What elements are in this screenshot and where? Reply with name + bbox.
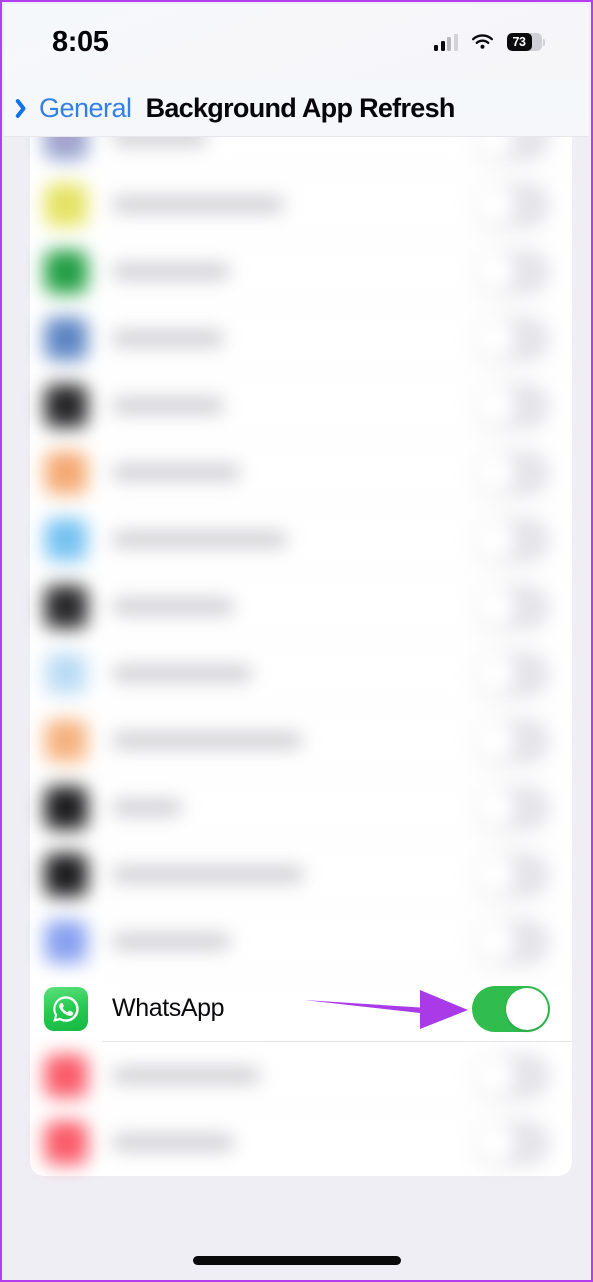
navigation-bar: General Background App Refresh [4,80,589,137]
whatsapp-toggle[interactable] [472,985,550,1032]
home-indicator [192,1256,401,1265]
toggle-knob [474,384,516,427]
app-refresh-toggle[interactable] [472,1119,550,1166]
app-refresh-toggle[interactable] [472,784,550,831]
app-name-label [112,598,234,615]
settings-list-scroll-area[interactable]: WhatsApp [4,137,589,1278]
app-row[interactable] [30,908,572,975]
app-name-label [112,1134,234,1151]
status-bar-clock: 8:05 [52,25,109,58]
toggle-knob [474,250,516,293]
toggle-knob [474,920,516,963]
app-name-label [112,330,224,347]
toggle-knob [474,853,516,896]
toggle-knob [474,1121,516,1164]
app-icon [44,182,88,227]
app-refresh-toggle[interactable] [472,583,550,630]
toggle-knob [474,183,516,226]
app-refresh-toggle[interactable] [472,717,550,764]
app-refresh-toggle[interactable] [472,248,550,295]
app-row[interactable] [30,573,572,640]
app-row[interactable] [30,439,572,506]
chevron-left-icon [20,97,33,119]
app-name-label [112,263,230,280]
app-name-label [112,933,230,950]
toggle-knob [474,719,516,762]
device-frame: 8:05 73 General Background App Refresh W… [0,0,593,1282]
app-icon [44,316,88,361]
app-row[interactable] [30,707,572,774]
app-icon [44,137,88,160]
app-refresh-toggle[interactable] [472,181,550,228]
toggle-knob [474,786,516,829]
app-refresh-toggle[interactable] [472,137,550,161]
app-name-label [112,866,304,883]
app-row[interactable] [30,372,572,439]
app-icon [44,584,88,629]
toggle-knob [474,451,516,494]
wifi-icon [471,33,494,51]
toggle-knob [474,1054,516,1097]
app-refresh-toggle[interactable] [472,851,550,898]
app-name-label [112,799,182,816]
app-icon [44,1120,88,1165]
toggle-knob [474,585,516,628]
app-row[interactable] [30,137,572,171]
toggle-knob [506,987,548,1030]
app-name-label [112,196,284,213]
back-button[interactable]: General [20,92,132,123]
whatsapp-app-icon [44,986,88,1031]
app-row[interactable] [30,305,572,372]
app-name-label [112,397,224,414]
app-icon [44,651,88,696]
app-row[interactable] [30,841,572,908]
app-row-whatsapp[interactable]: WhatsApp [30,975,572,1042]
battery-percent-label: 73 [512,34,526,49]
app-icon [44,517,88,562]
app-name-label [112,531,287,548]
cellular-signal-icon [434,33,458,51]
toggle-knob [474,137,516,159]
app-name-label: WhatsApp [112,994,225,1022]
app-icon [44,1053,88,1098]
app-name-label [112,137,207,146]
app-icon [44,383,88,428]
toggle-knob [474,317,516,360]
app-row[interactable] [30,1042,572,1109]
app-row[interactable] [30,238,572,305]
status-bar-indicators: 73 [434,33,545,51]
app-icon [44,718,88,763]
app-row[interactable] [30,774,572,841]
app-icon [44,852,88,897]
app-refresh-toggle[interactable] [472,650,550,697]
app-refresh-toggle[interactable] [472,1052,550,1099]
app-icon [44,919,88,964]
status-bar: 8:05 73 [4,4,589,80]
app-row[interactable] [30,640,572,707]
app-icon [44,785,88,830]
app-refresh-toggle[interactable] [472,918,550,965]
app-refresh-toggle[interactable] [472,516,550,563]
back-button-label: General [39,92,132,123]
battery-icon: 73 [506,33,545,51]
toggle-knob [474,518,516,561]
app-row[interactable] [30,171,572,238]
app-icon [44,450,88,495]
app-refresh-list: WhatsApp [30,137,572,1176]
app-refresh-toggle[interactable] [472,315,550,362]
app-refresh-toggle[interactable] [472,382,550,429]
app-row[interactable] [30,506,572,573]
app-name-label [112,732,302,749]
app-name-label [112,665,252,682]
app-name-label [112,464,240,481]
toggle-knob [474,652,516,695]
app-row[interactable] [30,1109,572,1176]
app-name-label [112,1067,260,1084]
page-title: Background App Refresh [145,92,456,123]
app-icon [44,249,88,294]
app-refresh-toggle[interactable] [472,449,550,496]
